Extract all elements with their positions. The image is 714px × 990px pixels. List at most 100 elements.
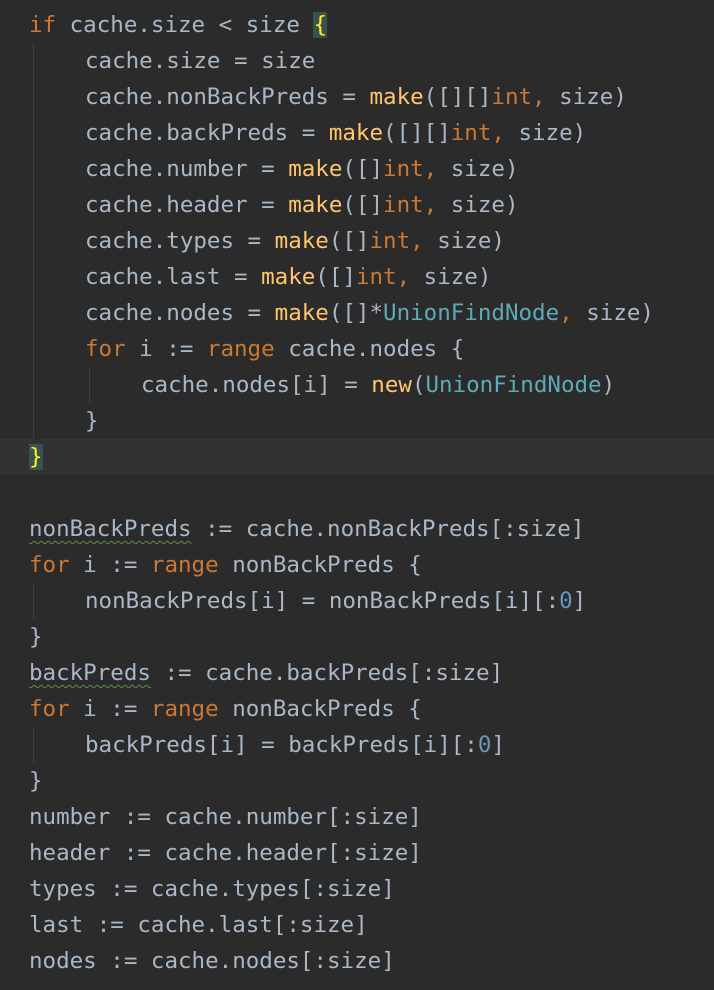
indent-guide: [33, 187, 34, 223]
code-line[interactable]: cache.nonBackPreds = make([][]int, size): [0, 79, 714, 115]
code-token: ): [601, 372, 616, 398]
code-token: }: [29, 444, 43, 470]
code-text: cache.backPreds = make([][]int, size): [85, 115, 586, 151]
code-text: cache.nodes[i] = new(UnionFindNode): [141, 367, 615, 403]
code-line[interactable]: cache.number = make([]int, size): [0, 151, 714, 187]
code-token: for: [29, 552, 70, 578]
code-text: cache.size = size: [85, 43, 315, 79]
indent-guide: [33, 223, 34, 259]
code-line[interactable]: for i := range cache.nodes {: [0, 331, 714, 367]
code-text: cache.nonBackPreds = make([][]int, size): [85, 79, 627, 115]
code-token: cache.nodes {: [274, 336, 465, 362]
code-token: nodes := cache.nodes[:size]: [29, 948, 395, 974]
code-line[interactable]: nonBackPreds := cache.nonBackPreds[:size…: [0, 511, 714, 547]
indent-guide: [33, 727, 34, 763]
indent-guide: [89, 367, 90, 403]
code-token: cache.size = size: [85, 48, 316, 74]
code-token: nonBackPreds[i] = nonBackPreds[i][:: [85, 588, 560, 614]
code-token: cache.nodes =: [85, 300, 275, 326]
code-token: size): [437, 156, 519, 182]
code-text: }: [29, 763, 43, 799]
code-token: size): [572, 300, 654, 326]
indent-guide: [33, 151, 34, 187]
code-line[interactable]: cache.nodes = make([]*UnionFindNode, siz…: [0, 295, 714, 331]
code-text: backPreds[i] = backPreds[i][:0]: [85, 727, 505, 763]
code-text: types := cache.types[:size]: [29, 871, 395, 907]
code-token: cache.size < size: [56, 12, 314, 38]
code-line[interactable]: cache.backPreds = make([][]int, size): [0, 115, 714, 151]
indent-guide: [33, 115, 34, 151]
code-line[interactable]: header := cache.header[:size]: [0, 835, 714, 871]
code-line[interactable]: [0, 475, 714, 511]
code-token: cache.nodes[i] =: [141, 372, 372, 398]
indent-guide: [33, 403, 34, 439]
code-line[interactable]: backPreds[i] = backPreds[i][:0]: [0, 727, 714, 763]
code-line[interactable]: types := cache.types[:size]: [0, 871, 714, 907]
code-token: range: [150, 696, 219, 722]
code-token: }: [85, 408, 99, 434]
code-token: 0: [559, 588, 573, 614]
code-text: number := cache.number[:size]: [29, 799, 422, 835]
code-token: UnionFindNode: [425, 372, 602, 398]
code-text: backPreds := cache.backPreds[:size]: [29, 655, 503, 691]
code-token: make: [274, 300, 329, 326]
code-line[interactable]: cache.last = make([]int, size): [0, 259, 714, 295]
code-token: ([]: [342, 156, 384, 182]
code-token: ]: [491, 732, 505, 758]
code-line[interactable]: for i := range nonBackPreds {: [0, 547, 714, 583]
code-token: int: [369, 228, 411, 254]
code-token: ([]: [342, 192, 384, 218]
code-line[interactable]: backPreds := cache.backPreds[:size]: [0, 655, 714, 691]
code-editor[interactable]: if cache.size < size { cache.size = size c…: [0, 0, 714, 990]
code-token: (: [411, 372, 426, 398]
code-token: ([]*: [328, 300, 384, 326]
code-line[interactable]: cache.nodes[i] = new(UnionFindNode): [0, 367, 714, 403]
code-text: nonBackPreds := cache.nonBackPreds[:size…: [29, 511, 584, 547]
code-token: cache.header =: [85, 192, 289, 218]
code-line[interactable]: nodes := cache.nodes[:size]: [0, 943, 714, 979]
code-text: nodes := cache.nodes[:size]: [29, 943, 395, 979]
code-token: number := cache.number[:size]: [29, 804, 422, 830]
code-line[interactable]: for i := range nonBackPreds {: [0, 691, 714, 727]
code-token: ,: [559, 300, 573, 326]
code-text: for i := range cache.nodes {: [85, 331, 464, 367]
code-token: ,: [423, 192, 438, 218]
code-line[interactable]: cache.header = make([]int, size): [0, 187, 714, 223]
code-text: }: [29, 439, 43, 475]
code-token: 0: [477, 732, 492, 758]
indent-guide: [33, 43, 34, 79]
code-token: range: [150, 552, 219, 578]
code-line[interactable]: if cache.size < size {: [0, 7, 714, 43]
code-line[interactable]: }: [0, 619, 714, 655]
code-token: }: [29, 768, 43, 794]
code-token: cache.nonBackPreds =: [85, 84, 370, 110]
code-line[interactable]: nonBackPreds[i] = nonBackPreds[i][:0]: [0, 583, 714, 619]
code-token: size): [423, 228, 505, 254]
code-token: i :=: [69, 552, 151, 578]
code-line[interactable]: cache.size = size: [0, 43, 714, 79]
code-text: for i := range nonBackPreds {: [29, 547, 422, 583]
indent-guide: [33, 331, 34, 367]
code-text: cache.types = make([]int, size): [85, 223, 505, 259]
code-line[interactable]: last := cache.last[:size]: [0, 907, 714, 943]
code-token: size): [437, 192, 519, 218]
code-token: types := cache.types[:size]: [29, 876, 395, 902]
code-line[interactable]: }: [0, 439, 714, 475]
code-token: := cache.nonBackPreds[:size]: [191, 516, 585, 542]
code-line[interactable]: cache.types = make([]int, size): [0, 223, 714, 259]
code-text: nonBackPreds[i] = nonBackPreds[i][:0]: [85, 583, 586, 619]
code-line[interactable]: number := cache.number[:size]: [0, 799, 714, 835]
code-line[interactable]: }: [0, 763, 714, 799]
code-token: i :=: [125, 336, 207, 362]
code-text: cache.header = make([]int, size): [85, 187, 519, 223]
code-token: ,: [410, 228, 424, 254]
code-line[interactable]: }: [0, 403, 714, 439]
code-token: ]: [572, 588, 587, 614]
code-token: UnionFindNode: [383, 300, 560, 326]
code-token: cache.types =: [85, 228, 275, 254]
code-text: header := cache.header[:size]: [29, 835, 422, 871]
code-text: cache.last = make([]int, size): [85, 259, 491, 295]
code-token: nonBackPreds: [29, 516, 192, 542]
code-token: backPreds: [29, 660, 151, 686]
code-token: i :=: [69, 696, 151, 722]
